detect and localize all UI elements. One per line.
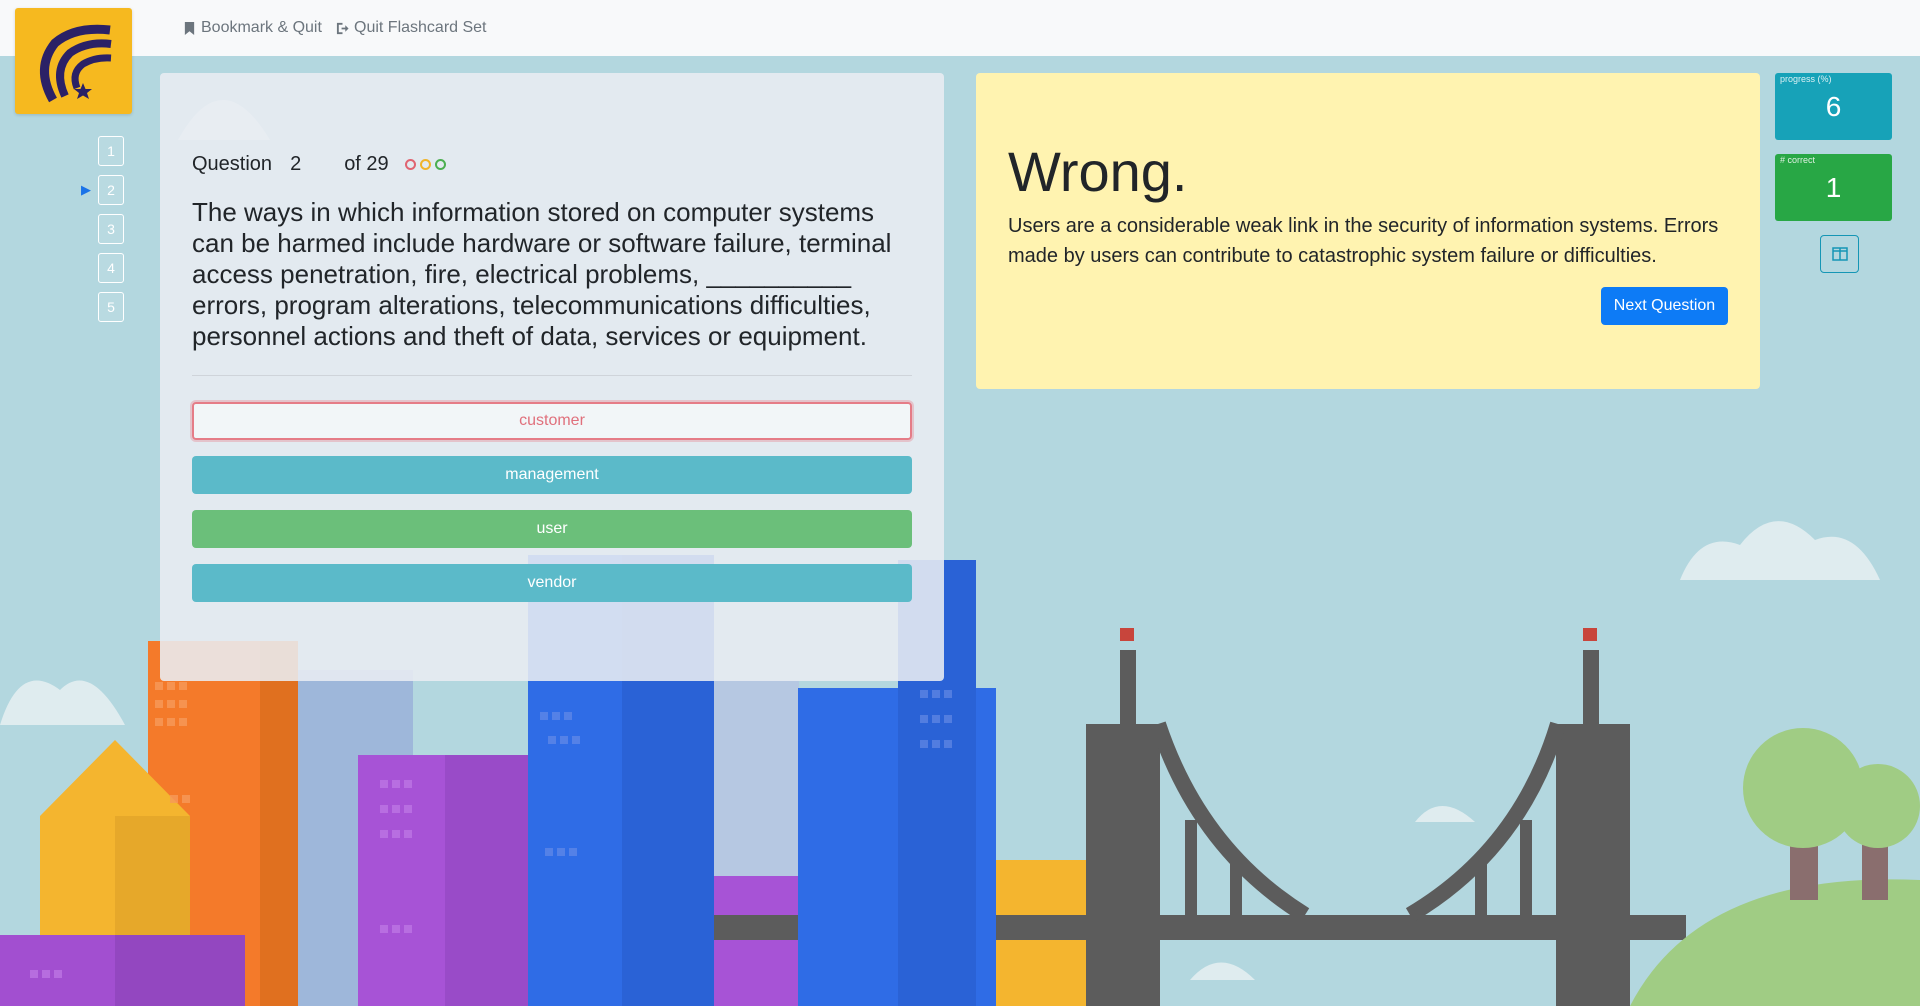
logo-icon	[40, 24, 112, 103]
sign-out-icon	[336, 22, 349, 34]
top-bar: Bookmark & Quit Quit Flashcard Set	[0, 0, 1920, 56]
divider	[192, 375, 912, 376]
progress-stat: progress (%) 6	[1775, 73, 1892, 140]
logo[interactable]	[15, 8, 132, 114]
quit-flashcard-label: Quit Flashcard Set	[354, 19, 487, 36]
correct-value: 1	[1825, 172, 1842, 203]
current-question-arrow-icon: ▶	[81, 182, 91, 197]
question-card: Question 2 of 29 The ways in which infor…	[160, 73, 944, 681]
bookmark-quit-label: Bookmark & Quit	[201, 19, 322, 36]
quit-flashcard-link[interactable]: Quit Flashcard Set	[336, 19, 487, 37]
feedback-panel: Wrong. Users are a considerable weak lin…	[976, 73, 1760, 389]
attempt-circle-icon	[419, 159, 431, 170]
question-total: of 29	[344, 153, 389, 175]
columns-icon	[1831, 247, 1848, 261]
feedback-explanation: Users are a considerable weak link in th…	[1008, 215, 1719, 267]
progress-label: progress (%)	[1780, 74, 1832, 84]
question-nav-item[interactable]: 4	[98, 253, 124, 283]
bookmark-icon	[184, 21, 195, 35]
correct-label: # correct	[1780, 155, 1816, 165]
question-label: Question	[192, 153, 273, 175]
bookmark-quit-link[interactable]: Bookmark & Quit	[183, 19, 322, 37]
progress-value: 6	[1825, 91, 1842, 122]
answer-option-management[interactable]: management	[192, 456, 912, 494]
question-nav: ▶ 1 2 3 4 5	[81, 136, 124, 331]
question-nav-item[interactable]: 2	[98, 175, 124, 205]
answer-option-customer[interactable]: customer	[192, 402, 912, 440]
attempt-circle-icon	[404, 159, 416, 170]
question-nav-item[interactable]: 1	[98, 136, 124, 166]
question-header: Question 2 of 29	[192, 153, 446, 176]
answer-option-user[interactable]: user	[192, 510, 912, 548]
question-nav-item[interactable]: 3	[98, 214, 124, 244]
attempt-indicators	[404, 159, 446, 170]
correct-stat: # correct 1	[1775, 154, 1892, 221]
answer-option-vendor[interactable]: vendor	[192, 564, 912, 602]
question-nav-item[interactable]: 5	[98, 292, 124, 322]
question-text: The ways in which information stored on …	[192, 197, 892, 351]
feedback-title: Wrong.	[1008, 140, 1188, 203]
layout-toggle-button[interactable]	[1820, 235, 1859, 273]
next-question-button[interactable]: Next Question	[1601, 287, 1728, 325]
attempt-circle-icon	[434, 159, 446, 170]
question-number: 2	[290, 153, 302, 175]
